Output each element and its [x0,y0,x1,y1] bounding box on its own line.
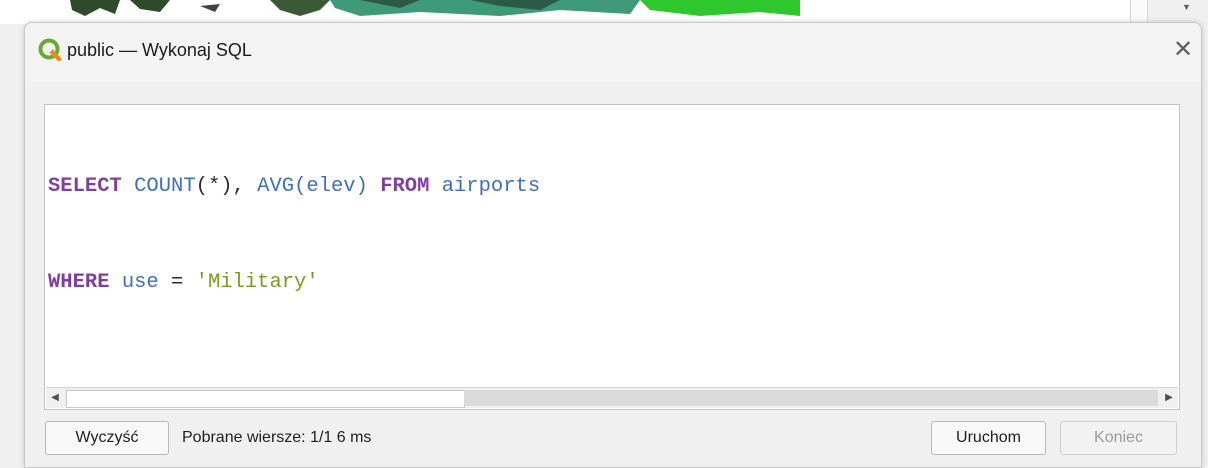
count-args: (*), [195,175,258,198]
function-count: COUNT [134,175,196,198]
table-name: airports [429,175,541,198]
keyword-where: WHERE [48,271,110,294]
horizontal-scrollbar[interactable]: ◀ ▶ [46,387,1178,408]
string-literal: 'Military' [183,271,319,294]
keyword-from: FROM [380,175,430,198]
background-scroll-track [1130,0,1148,24]
avg-args: (elev) [294,175,381,198]
end-button[interactable]: Koniec [1060,421,1177,455]
sql-line-1: SELECT COUNT(*), AVG(elev) FROM airports [48,171,1175,203]
window-title: public — Wykonaj SQL [67,40,252,60]
scroll-left-icon[interactable]: ◀ [46,388,64,408]
title-bar: public — Wykonaj SQL ✕ [25,23,1201,81]
clear-button[interactable]: Wyczyść [45,421,169,455]
scroll-right-icon[interactable]: ▶ [1160,388,1178,408]
keyword-select: SELECT [48,175,122,198]
sql-code[interactable]: SELECT COUNT(*), AVG(elev) FROM airports… [48,107,1175,363]
column-use: use [109,271,172,294]
background-scroll-arrow-icon: ▼ [1182,2,1191,12]
run-button[interactable]: Uruchom [931,421,1046,455]
equals-operator: = [171,271,184,294]
close-icon[interactable]: ✕ [1169,37,1197,65]
scroll-thumb[interactable] [66,390,465,408]
dialog-footer: Wyczyść Pobrane wiersze: 1/1 6 ms Urucho… [25,419,1201,467]
qgis-logo-icon [38,38,62,62]
status-text: Pobrane wiersze: 1/1 6 ms [182,429,372,446]
background-map-canvas [0,0,1130,24]
sql-dialog: public — Wykonaj SQL ✕ SELECT COUNT(*), … [24,22,1202,468]
scroll-track[interactable] [464,390,1158,406]
sql-editor[interactable]: SELECT COUNT(*), AVG(elev) FROM airports… [44,104,1180,410]
background-scrollbar: ▼ [1130,0,1208,24]
sql-line-2: WHERE use = 'Military' [48,267,1175,299]
function-avg: AVG [257,175,295,198]
